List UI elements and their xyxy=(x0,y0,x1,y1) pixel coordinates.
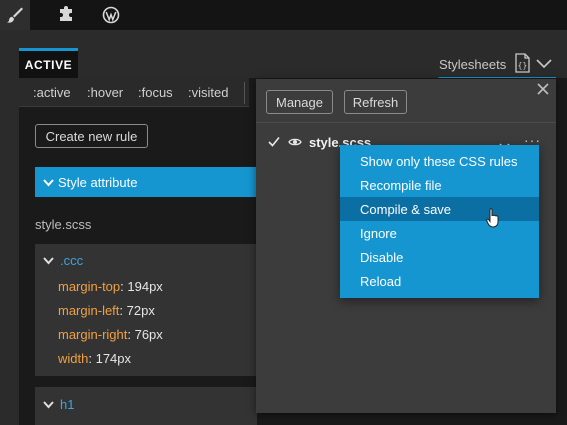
state-visited[interactable]: :visited xyxy=(188,85,228,100)
chevron-down-icon xyxy=(43,253,54,268)
state-active[interactable]: :active xyxy=(33,85,71,100)
menu-item-show-only-rules[interactable]: Show only these CSS rules xyxy=(340,149,539,173)
rule-header[interactable]: h1 xyxy=(43,397,74,412)
create-new-rule-button[interactable]: Create new rule xyxy=(35,124,148,148)
chevron-down-icon xyxy=(43,397,54,412)
stylesheets-toggle[interactable]: Stylesheets {} xyxy=(437,52,557,76)
menu-item-ignore[interactable]: Ignore xyxy=(340,221,539,245)
svg-text:{}: {} xyxy=(518,61,528,70)
edge-panel xyxy=(556,30,567,80)
rule-card: .ccc margin-top: 194px margin-left: 72px… xyxy=(35,244,257,376)
stylesheet-file-label: style.scss xyxy=(35,217,92,232)
chevron-down-icon xyxy=(43,175,54,190)
declaration-row[interactable]: margin-left: 72px xyxy=(58,303,155,318)
state-hover[interactable]: :hover xyxy=(87,85,123,100)
declaration-row[interactable]: margin-right: 76px xyxy=(58,327,163,342)
top-toolbar xyxy=(0,0,567,30)
rule-selector: h1 xyxy=(60,397,75,412)
paintbrush-icon[interactable] xyxy=(0,0,30,30)
declaration-property: width xyxy=(58,351,89,366)
eye-icon[interactable] xyxy=(288,135,302,150)
stylesheet-context-menu: Show only these CSS rules Recompile file… xyxy=(340,145,539,298)
hand-cursor-icon xyxy=(486,208,501,231)
popover-divider xyxy=(256,122,556,123)
declaration-row[interactable]: width: 174px xyxy=(58,351,131,366)
css-braces-icon: {} xyxy=(514,52,531,76)
declaration-value: 72px xyxy=(126,303,155,318)
tab-active[interactable]: ACTIVE xyxy=(19,48,78,78)
menu-item-disable[interactable]: Disable xyxy=(340,245,539,269)
menu-item-recompile-file[interactable]: Recompile file xyxy=(340,173,539,197)
declaration-value: 194px xyxy=(127,279,163,294)
declaration-value: 174px xyxy=(95,351,132,366)
style-attribute-label: Style attribute xyxy=(58,174,138,190)
puzzle-piece-icon[interactable] xyxy=(51,0,81,30)
checkmark-icon[interactable] xyxy=(268,135,280,150)
refresh-button[interactable]: Refresh xyxy=(344,90,407,114)
declaration-row[interactable]: margin-top: 194px xyxy=(58,279,163,294)
menu-item-compile-save[interactable]: Compile & save xyxy=(340,197,539,221)
stylesheets-label: Stylesheets xyxy=(439,56,507,72)
declaration-property: margin-right xyxy=(58,327,128,342)
rule-card: h1 xyxy=(35,387,257,425)
wordpress-logo-icon[interactable] xyxy=(96,0,126,30)
rule-header[interactable]: .ccc xyxy=(43,253,83,268)
declaration-value: 76px xyxy=(134,327,163,342)
state-focus[interactable]: :focus xyxy=(138,85,173,100)
rule-selector: .ccc xyxy=(60,253,84,268)
close-icon[interactable] xyxy=(537,83,549,95)
declaration-property: margin-left xyxy=(58,303,120,318)
style-attribute-header[interactable]: Style attribute xyxy=(35,167,257,197)
menu-item-reload[interactable]: Reload xyxy=(340,269,539,293)
chevron-down-icon xyxy=(536,57,552,72)
state-divider xyxy=(244,82,245,104)
manage-button[interactable]: Manage xyxy=(266,90,333,114)
declaration-property: margin-top xyxy=(58,279,121,294)
